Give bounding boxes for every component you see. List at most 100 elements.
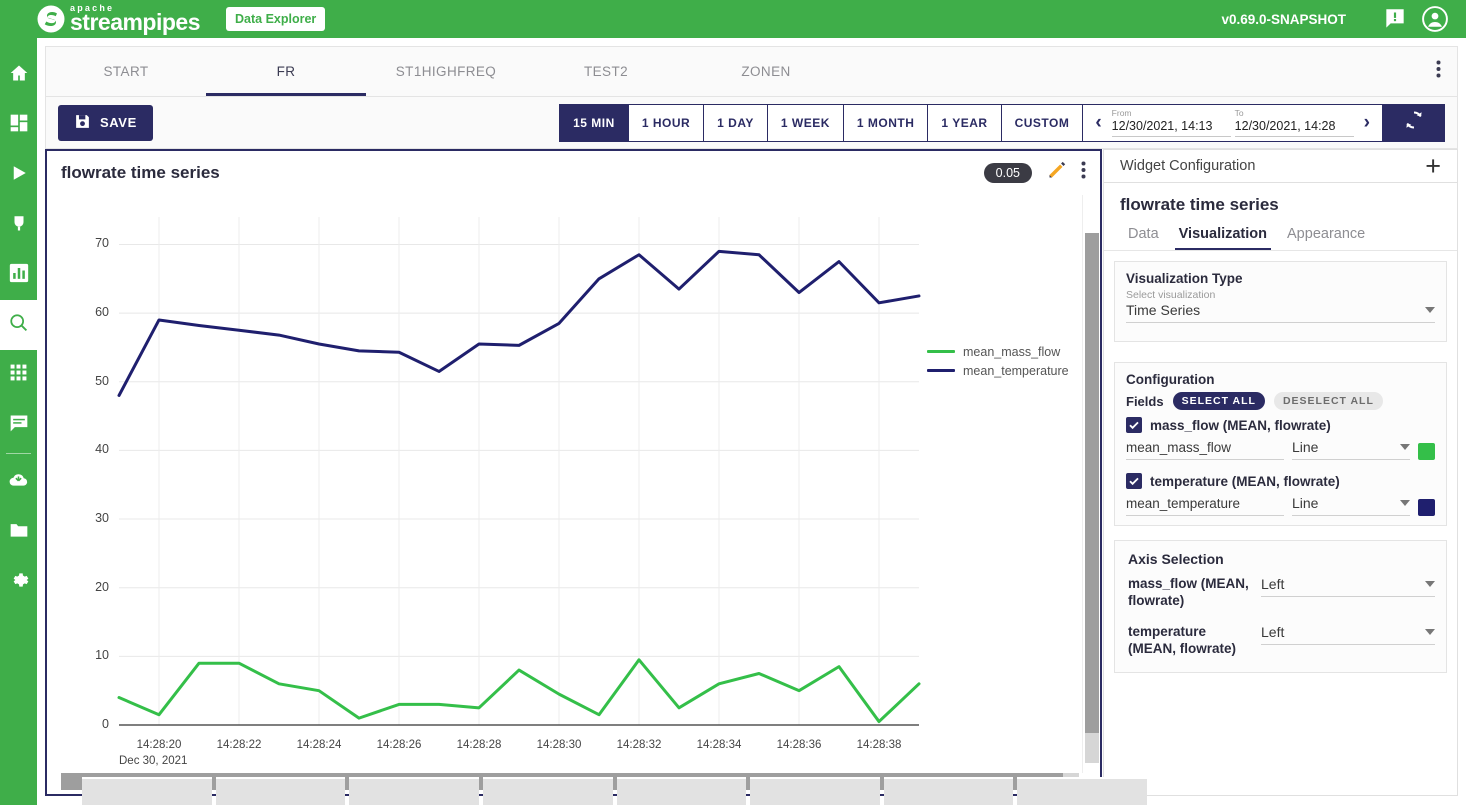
save-button[interactable]: SAVE <box>58 105 153 141</box>
tab-zonen[interactable]: ZONEN <box>686 47 846 96</box>
series-color-swatch-mass-flow[interactable] <box>1418 443 1435 460</box>
legend-label: mean_mass_flow <box>963 345 1060 359</box>
config-tab-appearance[interactable]: Appearance <box>1277 221 1375 250</box>
config-tab-bar: Data Visualization Appearance <box>1104 221 1457 251</box>
data-explorer-badge[interactable]: Data Explorer <box>226 7 325 31</box>
chart-legend: mean_mass_flow mean_temperature <box>927 342 1069 380</box>
sidebar-item-home[interactable] <box>0 50 37 100</box>
series-chart-type-select-temperature[interactable]: Line <box>1292 495 1410 516</box>
refresh-button[interactable] <box>1383 104 1445 142</box>
y-axis-tick-label: 0 <box>79 717 109 731</box>
account-circle-icon[interactable] <box>1422 6 1448 32</box>
grid-cell[interactable] <box>1017 777 1147 805</box>
next-range-button[interactable]: › <box>1358 113 1376 132</box>
field-checkbox-mass-flow[interactable] <box>1126 417 1142 433</box>
status-badge: 0.05 <box>984 163 1032 183</box>
to-date-field: To 12/30/2021, 14:28 <box>1235 106 1354 140</box>
sidebar-item-install[interactable] <box>0 457 37 507</box>
plus-icon: + <box>1425 151 1441 181</box>
x-axis-date-label: Dec 30, 2021 <box>119 755 187 767</box>
more-vert-icon <box>1081 160 1086 185</box>
time-range-1-month[interactable]: 1 MONTH <box>843 104 928 142</box>
legend-color-swatch <box>927 369 955 373</box>
field-label-mass-flow: mass_flow (MEAN, flowrate) <box>1150 418 1331 433</box>
field-checkbox-row-temperature: temperature (MEAN, flowrate) <box>1126 473 1435 489</box>
widget-menu-button[interactable] <box>1081 160 1086 185</box>
legend-color-swatch <box>927 350 955 354</box>
sidebar-item-dashboard[interactable] <box>0 100 37 150</box>
deselect-all-button[interactable]: DESELECT ALL <box>1274 392 1383 410</box>
chart-vertical-scrollbar-track-end[interactable] <box>1085 733 1099 763</box>
grid-cell[interactable] <box>750 777 880 805</box>
sidebar-item-data-explorer[interactable] <box>0 300 37 350</box>
sidebar-item-settings[interactable] <box>0 557 37 607</box>
config-tab-data[interactable]: Data <box>1118 221 1169 250</box>
tab-fr[interactable]: FR <box>206 47 366 96</box>
chart-vertical-scrollbar-thumb[interactable] <box>1085 233 1099 733</box>
field-checkbox-row-mass-flow: mass_flow (MEAN, flowrate) <box>1126 417 1435 433</box>
alert-message-icon[interactable] <box>1382 6 1408 32</box>
grid-cell[interactable] <box>483 777 613 805</box>
to-date-input[interactable]: 12/30/2021, 14:28 <box>1235 118 1354 138</box>
time-series-plot[interactable]: mean_mass_flowmean_temperature 010203040… <box>47 195 1081 755</box>
time-range-1-hour[interactable]: 1 HOUR <box>628 104 703 142</box>
y-axis-tick-label: 20 <box>79 580 109 594</box>
x-axis-tick-label: 14:28:34 <box>679 739 759 751</box>
time-range-group: 15 MIN 1 HOUR 1 DAY 1 WEEK 1 MONTH 1 YEA… <box>559 104 1445 142</box>
chevron-down-icon <box>1400 500 1410 506</box>
legend-item[interactable]: mean_mass_flow <box>927 342 1069 361</box>
legend-item[interactable]: mean_temperature <box>927 361 1069 380</box>
previous-range-button[interactable]: ‹ <box>1089 113 1107 132</box>
visualization-type-card: Visualization Type Select visualization … <box>1114 261 1447 342</box>
time-range-15-min[interactable]: 15 MIN <box>559 104 628 142</box>
from-date-input[interactable]: 12/30/2021, 14:13 <box>1112 118 1231 138</box>
config-tab-visualization[interactable]: Visualization <box>1169 221 1277 250</box>
app-logo[interactable]: apache streampipes <box>36 4 200 34</box>
grid-cell[interactable] <box>216 777 346 805</box>
time-range-1-day[interactable]: 1 DAY <box>703 104 767 142</box>
sidebar-item-notifications[interactable] <box>0 400 37 450</box>
grid-cell[interactable] <box>617 777 747 805</box>
axis-select-mass-flow[interactable]: Left <box>1261 576 1435 597</box>
sidebar-item-files[interactable] <box>0 507 37 557</box>
select-all-button[interactable]: SELECT ALL <box>1173 392 1265 410</box>
visualization-type-sublabel: Select visualization <box>1126 289 1435 301</box>
axis-row-temperature: temperature (MEAN, flowrate) Left <box>1128 624 1435 658</box>
time-range-1-year[interactable]: 1 YEAR <box>927 104 1000 142</box>
left-sidebar <box>0 38 37 805</box>
series-chart-type-value-mass-flow: Line <box>1292 439 1318 455</box>
grid-cell[interactable] <box>884 777 1014 805</box>
series-name-input-mass-flow[interactable]: mean_mass_flow <box>1126 440 1284 460</box>
tab-st1highfreq[interactable]: ST1HIGHFREQ <box>366 47 526 96</box>
series-chart-type-select-mass-flow[interactable]: Line <box>1292 439 1410 460</box>
sidebar-divider <box>6 453 31 454</box>
visualization-type-select[interactable]: Time Series <box>1126 301 1435 323</box>
version-label: v0.69.0-SNAPSHOT <box>1221 12 1346 27</box>
field-checkbox-temperature[interactable] <box>1126 473 1142 489</box>
save-button-label: SAVE <box>100 115 137 130</box>
apps-grid-icon <box>9 363 28 387</box>
sidebar-item-dashboards[interactable] <box>0 250 37 300</box>
grid-cell[interactable] <box>349 777 479 805</box>
chart-vertical-scrollbar[interactable] <box>1082 195 1100 773</box>
chevron-down-icon <box>1425 629 1435 635</box>
tab-overflow-menu-button[interactable] <box>1420 47 1457 96</box>
series-color-swatch-temperature[interactable] <box>1418 499 1435 516</box>
folder-icon <box>9 520 29 545</box>
edit-widget-button[interactable] <box>1046 160 1067 186</box>
add-widget-button[interactable]: + <box>1425 157 1441 176</box>
grid-cell[interactable] <box>82 777 212 805</box>
sidebar-item-connect[interactable] <box>0 200 37 250</box>
tab-start[interactable]: START <box>46 47 206 96</box>
time-range-custom[interactable]: CUSTOM <box>1001 104 1083 142</box>
sidebar-item-pipelines[interactable] <box>0 150 37 200</box>
time-range-1-week[interactable]: 1 WEEK <box>767 104 843 142</box>
sidebar-item-apps[interactable] <box>0 350 37 400</box>
chart-widget-header: flowrate time series 0.05 <box>47 151 1100 195</box>
axis-value-temperature: Left <box>1261 624 1284 640</box>
y-axis-tick-label: 10 <box>79 648 109 662</box>
dashboard-tab-bar: START FR ST1HIGHFREQ TEST2 ZONEN <box>45 46 1458 96</box>
axis-select-temperature[interactable]: Left <box>1261 624 1435 645</box>
tab-test2[interactable]: TEST2 <box>526 47 686 96</box>
series-name-input-temperature[interactable]: mean_temperature <box>1126 496 1284 516</box>
